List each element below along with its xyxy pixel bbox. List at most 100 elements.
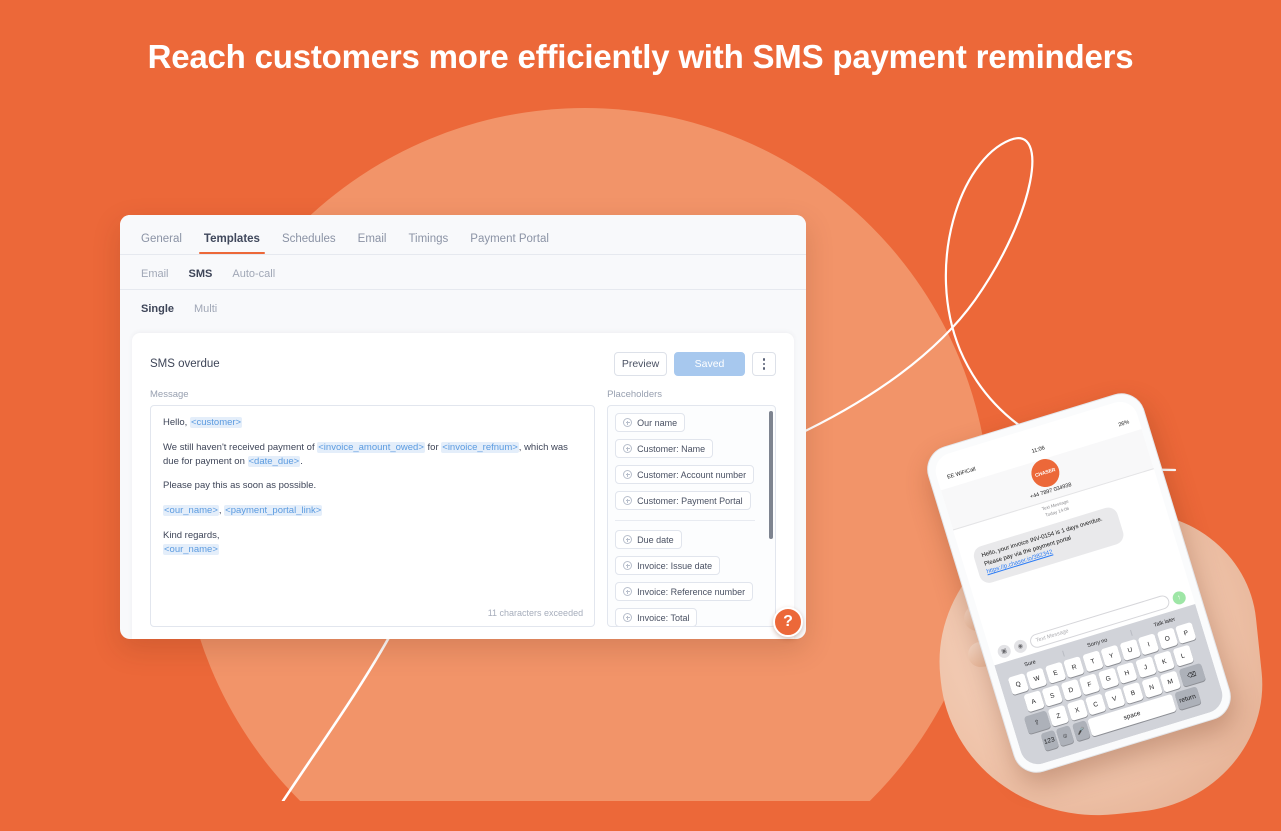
message-text-run: Kind regards, bbox=[163, 529, 220, 541]
placeholder-chip[interactable]: Invoice: Total bbox=[615, 608, 698, 626]
page-headline: Reach customers more efficiently with SM… bbox=[147, 38, 1134, 75]
tertiary-tab-bar: Single Multi bbox=[120, 290, 806, 324]
key-l[interactable]: L bbox=[1172, 644, 1194, 667]
key-m[interactable]: M bbox=[1159, 670, 1182, 693]
key-u[interactable]: U bbox=[1119, 638, 1141, 662]
message-label: Message bbox=[150, 389, 189, 400]
status-carrier: EE WiFiCall bbox=[946, 466, 977, 481]
key-z[interactable]: Z bbox=[1047, 704, 1070, 727]
placeholder-chip[interactable]: Customer: Payment Portal bbox=[615, 491, 751, 510]
kebab-menu-icon[interactable] bbox=[752, 352, 776, 376]
character-counter: 11 characters exceeded bbox=[487, 608, 584, 618]
message-body[interactable]: Hello, <customer> We still haven't receiv… bbox=[163, 416, 582, 556]
primary-tab-bar: General Templates Schedules Email Timings Pay… bbox=[120, 215, 806, 255]
placeholder-chip[interactable]: Due date bbox=[615, 530, 682, 549]
camera-icon[interactable]: ▣ bbox=[995, 642, 1013, 659]
editor-body: Message Hello, <customer> We still haven'… bbox=[150, 389, 776, 627]
modetab-single[interactable]: Single bbox=[138, 303, 184, 324]
key-return[interactable]: return bbox=[1173, 686, 1202, 711]
placeholder-token: <our_name> bbox=[163, 505, 219, 517]
message-text-run: . bbox=[300, 455, 303, 467]
key-p[interactable]: P bbox=[1175, 621, 1197, 644]
key-b[interactable]: B bbox=[1122, 681, 1144, 705]
status-battery: 26% bbox=[1117, 419, 1131, 429]
template-title: SMS overdue bbox=[150, 358, 220, 370]
help-button[interactable]: ? bbox=[773, 607, 803, 637]
placeholder-chip[interactable]: Invoice: Issue date bbox=[615, 556, 721, 575]
placeholders-scrollbar[interactable] bbox=[769, 411, 773, 539]
plus-circle-icon bbox=[623, 418, 633, 427]
plus-circle-icon bbox=[623, 444, 633, 453]
placeholder-token: <invoice_refnum> bbox=[441, 441, 519, 453]
key-k[interactable]: K bbox=[1153, 650, 1175, 673]
placeholders-panel: Our name Customer: Name Customer: Account … bbox=[607, 405, 776, 627]
secondary-tab-bar: Email SMS Auto-call bbox=[120, 255, 806, 290]
tab-templates[interactable]: Templates bbox=[193, 233, 271, 254]
placeholder-chip[interactable]: Our name bbox=[615, 413, 686, 432]
plus-circle-icon bbox=[623, 470, 633, 479]
apps-icon[interactable]: ◉ bbox=[1012, 637, 1029, 655]
plus-circle-icon bbox=[623, 587, 633, 596]
message-paragraph: We still haven't received payment of <in… bbox=[163, 441, 582, 469]
key-w[interactable]: W bbox=[1026, 667, 1048, 690]
placeholder-chip-label: Invoice: Total bbox=[637, 612, 690, 623]
message-paragraph: Kind regards, <our_name> bbox=[163, 529, 582, 557]
placeholder-token: <our_name> bbox=[163, 543, 219, 555]
subtab-email[interactable]: Email bbox=[138, 268, 179, 289]
key-a[interactable]: A bbox=[1022, 690, 1045, 713]
placeholder-chip[interactable]: Customer: Name bbox=[615, 439, 714, 458]
phone-in-hand-illustration: EE WiFiCall 11:06 26% ‹ CHASER +44 7897 … bbox=[921, 387, 1281, 831]
placeholder-token: <customer> bbox=[189, 417, 243, 428]
tab-general[interactable]: General bbox=[138, 233, 193, 254]
key-n[interactable]: N bbox=[1140, 676, 1163, 699]
placeholder-chip[interactable]: Invoice: Reference number bbox=[615, 582, 754, 601]
key-v[interactable]: V bbox=[1103, 687, 1126, 710]
tab-timings[interactable]: Timings bbox=[397, 233, 459, 254]
key-c[interactable]: C bbox=[1084, 693, 1107, 716]
key-microphone-icon[interactable]: 🎤 bbox=[1071, 720, 1091, 742]
message-paragraph: <our_name>, <payment_portal_link> bbox=[163, 504, 582, 518]
saved-button[interactable]: Saved bbox=[674, 352, 745, 376]
plus-circle-icon bbox=[623, 496, 633, 505]
app-window: General Templates Schedules Email Timings Pay… bbox=[120, 215, 806, 639]
placeholder-chip[interactable]: Customer: Account number bbox=[615, 465, 755, 484]
key-emoji-icon[interactable]: ☺ bbox=[1055, 725, 1075, 747]
placeholder-token: <date_due> bbox=[247, 455, 301, 467]
key-e[interactable]: E bbox=[1044, 661, 1067, 684]
plus-circle-icon bbox=[623, 561, 633, 570]
key-r[interactable]: R bbox=[1063, 656, 1085, 679]
placeholder-chip-label: Customer: Name bbox=[637, 443, 706, 454]
key-y[interactable]: Y bbox=[1100, 644, 1123, 667]
key-h[interactable]: H bbox=[1116, 661, 1138, 685]
placeholder-list: Our name Customer: Name Customer: Account … bbox=[615, 413, 763, 626]
placeholder-chip-label: Customer: Payment Portal bbox=[637, 495, 743, 506]
tab-email[interactable]: Email bbox=[347, 233, 398, 254]
key-x[interactable]: X bbox=[1066, 699, 1088, 722]
placeholder-chip-label: Customer: Account number bbox=[637, 469, 747, 480]
key-numbers[interactable]: 123 bbox=[1039, 729, 1059, 752]
subtab-auto-call[interactable]: Auto-call bbox=[222, 268, 285, 289]
key-f[interactable]: F bbox=[1078, 673, 1101, 696]
message-input[interactable]: Hello, <customer> We still haven't receiv… bbox=[150, 405, 596, 627]
key-d[interactable]: D bbox=[1060, 678, 1082, 702]
placeholder-chip-label: Due date bbox=[637, 534, 674, 545]
key-o[interactable]: O bbox=[1156, 627, 1179, 650]
placeholder-group-divider bbox=[615, 520, 755, 521]
preview-button[interactable]: Preview bbox=[614, 352, 667, 376]
key-s[interactable]: S bbox=[1041, 684, 1064, 707]
message-column: Message Hello, <customer> We still haven'… bbox=[150, 389, 596, 627]
tab-schedules[interactable]: Schedules bbox=[271, 233, 347, 254]
subtab-sms[interactable]: SMS bbox=[179, 268, 223, 289]
key-i[interactable]: I bbox=[1137, 633, 1160, 656]
key-q[interactable]: Q bbox=[1007, 673, 1029, 696]
send-icon[interactable]: ↑ bbox=[1170, 589, 1188, 606]
placeholders-label: Placeholders bbox=[607, 389, 663, 400]
modetab-multi[interactable]: Multi bbox=[184, 303, 227, 324]
placeholder-chip-label: Invoice: Reference number bbox=[637, 586, 746, 597]
tab-payment-portal[interactable]: Payment Portal bbox=[459, 233, 560, 254]
key-j[interactable]: J bbox=[1134, 656, 1157, 679]
key-g[interactable]: G bbox=[1097, 667, 1119, 690]
key-t[interactable]: T bbox=[1082, 650, 1104, 673]
template-editor-card: SMS overdue Preview Saved Message Hello,… bbox=[132, 333, 794, 639]
editor-actions: Preview Saved bbox=[614, 352, 776, 376]
